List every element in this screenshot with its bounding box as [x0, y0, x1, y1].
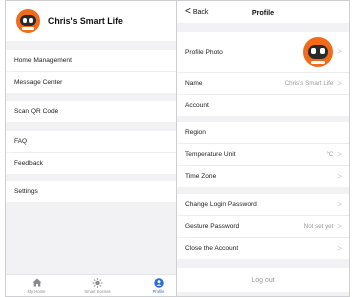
row-profile-photo[interactable]: Profile Photo >: [177, 32, 349, 72]
chevron-right-icon: >: [337, 47, 342, 56]
back-label: Back: [192, 8, 209, 16]
tab-my-home[interactable]: My Home: [6, 275, 67, 296]
row-time-zone[interactable]: Time Zone >: [177, 166, 349, 187]
row-name[interactable]: Name Chris's Smart Life >: [177, 73, 349, 94]
person-icon: [153, 277, 164, 288]
row-value: Chris's Smart Life: [284, 80, 334, 87]
menu-item-message-center[interactable]: Message Center >: [6, 72, 189, 93]
nav-bar: < Back Profile: [177, 1, 349, 23]
row-label: Temperature Unit: [185, 151, 236, 158]
sun-icon: [92, 277, 103, 288]
row-close-account[interactable]: Close the Account >: [177, 238, 349, 259]
row-label: Gesture Password: [185, 223, 240, 230]
menu-item-label: Scan QR Code: [14, 108, 59, 115]
menu-item-settings[interactable]: Settings >: [6, 181, 189, 202]
row-account[interactable]: Account: [177, 95, 349, 116]
row-label: Region: [185, 129, 206, 136]
menu-item-faq[interactable]: FAQ >: [6, 131, 189, 152]
row-gesture-password[interactable]: Gesture Password Not set yet >: [177, 216, 349, 237]
chevron-right-icon: >: [337, 199, 342, 209]
chevron-left-icon: <: [185, 6, 191, 17]
avatar: [303, 37, 334, 67]
avatar: [16, 9, 40, 33]
row-label: Name: [185, 80, 203, 87]
account-screen: Chris's Smart Life > Home Management > M…: [5, 0, 190, 297]
chevron-right-icon: >: [337, 78, 342, 88]
tab-label: Smart Scenes: [84, 288, 111, 294]
row-label: Close the Account: [185, 245, 239, 252]
profile-header[interactable]: Chris's Smart Life >: [6, 1, 189, 41]
menu-item-scan-qr-code[interactable]: Scan QR Code >: [6, 101, 189, 122]
row-temperature-unit[interactable]: Temperature Unit °C >: [177, 144, 349, 165]
menu-item-home-management[interactable]: Home Management >: [6, 50, 189, 71]
house-icon: [32, 278, 42, 288]
menu-item-label: Settings: [14, 188, 38, 195]
menu-item-label: Feedback: [14, 160, 43, 167]
chevron-right-icon: >: [337, 171, 342, 181]
chevron-right-icon: >: [337, 221, 342, 231]
tab-label: Profile: [152, 288, 165, 294]
row-label: Profile Photo: [185, 48, 223, 56]
row-change-login-password[interactable]: Change Login Password >: [177, 194, 349, 215]
tab-smart-scenes[interactable]: Smart Scenes: [67, 275, 128, 296]
menu-item-label: Message Center: [14, 79, 63, 86]
row-region[interactable]: Region: [177, 122, 349, 143]
menu-item-label: Home Management: [14, 57, 72, 64]
tab-label: My Home: [27, 288, 46, 294]
row-label: Account: [185, 102, 209, 109]
back-button[interactable]: < Back: [185, 7, 208, 17]
menu-item-feedback[interactable]: Feedback >: [6, 153, 189, 174]
chevron-right-icon: >: [337, 243, 342, 253]
logout-button[interactable]: Log out: [177, 268, 349, 292]
row-value: °C: [326, 151, 334, 158]
chevron-right-icon: >: [337, 149, 342, 159]
row-label: Change Login Password: [185, 201, 257, 208]
profile-name: Chris's Smart Life: [48, 16, 123, 26]
row-label: Time Zone: [185, 173, 217, 180]
bottom-tab-bar: My Home Smart Scenes Profile: [6, 274, 189, 296]
row-value: Not set yet: [303, 223, 334, 230]
profile-screen: < Back Profile Profile Photo > Name Chri…: [176, 0, 350, 297]
menu-item-label: FAQ: [14, 138, 28, 145]
